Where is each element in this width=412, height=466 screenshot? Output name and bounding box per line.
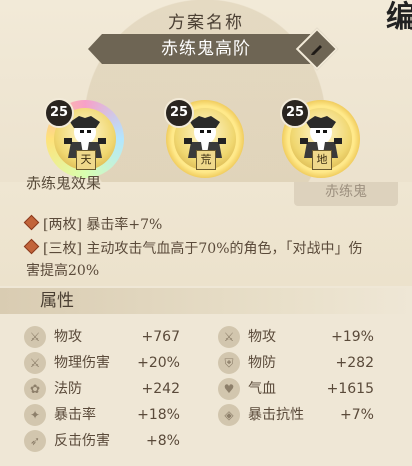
soul-slot-huang[interactable]: 25 荒 (164, 98, 244, 178)
set-name-tab[interactable]: 赤练鬼 (294, 182, 398, 206)
soul-slot-tian[interactable]: 25 天 (44, 98, 124, 178)
attr-name: 法防 (54, 381, 82, 397)
crit-icon: ✦ (24, 404, 46, 426)
attr-row: ◈ 暴击抗性 +7% (218, 404, 378, 426)
counter-icon: ➶ (24, 430, 46, 452)
attr-row: ⚔ 物攻 +19% (218, 326, 378, 348)
heart-icon: ♥ (218, 378, 240, 400)
attr-name: 反击伤害 (54, 433, 110, 449)
soul-level-badge: 25 (164, 98, 194, 128)
attr-row: ⚔ 物理伤害 +20% (24, 352, 184, 374)
attr-row: ♥ 气血 +1615 (218, 378, 378, 400)
diamond-bullet-icon (23, 214, 40, 231)
attr-value: +7% (340, 407, 374, 423)
attr-value: +20% (137, 355, 180, 371)
magic-defense-icon: ✿ (24, 378, 46, 400)
attr-value: +19% (331, 329, 374, 345)
attr-name: 物攻 (54, 329, 82, 345)
soul-slot-di[interactable]: 25 地 (280, 98, 360, 178)
soul-position-label: 天 (76, 150, 96, 170)
soul-position-label: 荒 (196, 150, 216, 170)
attributes-title: 属性 (40, 291, 74, 311)
effect-text: [三枚] 主动攻击气血高于70%的角色，「对战中」伤害提高20% (26, 241, 363, 279)
sword-icon: ⚔ (218, 326, 240, 348)
attr-row: ➶ 反击伤害 +8% (24, 430, 184, 452)
shield-icon: ⛨ (218, 352, 240, 374)
crit-resist-icon: ◈ (218, 404, 240, 426)
soul-level-badge: 25 (44, 98, 74, 128)
set-effect-2pc: [两枚] 暴击率+7% (23, 214, 386, 236)
attr-row: ✦ 暴击率 +18% (24, 404, 184, 426)
plan-title: 方案名称 (168, 13, 244, 33)
attr-name: 暴击率 (54, 407, 96, 423)
effect-text: [两枚] 暴击率+7% (43, 217, 163, 233)
attr-value: +767 (141, 329, 180, 345)
attr-name: 气血 (248, 381, 276, 397)
set-effect-title: 赤练鬼效果 (26, 176, 102, 192)
attr-name: 暴击抗性 (248, 407, 304, 423)
pencil-icon (311, 45, 322, 55)
attr-row: ✿ 法防 +242 (24, 378, 184, 400)
soul-level-badge: 25 (280, 98, 310, 128)
plan-name-banner: 赤练鬼高阶 (88, 34, 324, 64)
attr-name: 物防 (248, 355, 276, 371)
set-effect-3pc: [三枚] 主动攻击气血高于70%的角色，「对战中」伤害提高20% (23, 238, 376, 282)
attr-row: ⚔ 物攻 +767 (24, 326, 184, 348)
blade-icon: ⚔ (24, 352, 46, 374)
attr-value: +1615 (326, 381, 374, 397)
attr-value: +242 (141, 381, 180, 397)
soul-position-label: 地 (312, 150, 332, 170)
attr-name: 物理伤害 (54, 355, 110, 371)
attr-row: ⛨ 物防 +282 (218, 352, 378, 374)
attr-name: 物攻 (248, 329, 276, 345)
attr-value: +282 (335, 355, 374, 371)
attr-value: +8% (146, 433, 180, 449)
diamond-bullet-icon (23, 238, 40, 255)
sword-icon: ⚔ (24, 326, 46, 348)
attr-value: +18% (137, 407, 180, 423)
